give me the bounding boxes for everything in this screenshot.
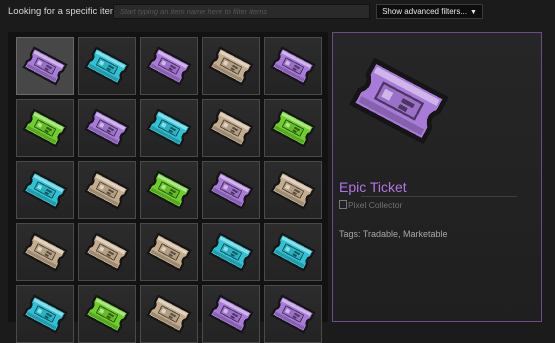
ticket-icon — [265, 286, 321, 342]
ticket-icon — [79, 38, 135, 94]
inventory-slot[interactable] — [78, 223, 136, 281]
ticket-icon — [141, 100, 197, 156]
broken-image-icon — [339, 200, 347, 209]
show-advanced-filters-button[interactable]: Show advanced filters... ▼ — [376, 4, 483, 19]
ticket-icon — [141, 286, 197, 342]
item-name: Epic Ticket — [339, 179, 407, 195]
inventory-slot[interactable] — [202, 161, 260, 219]
item-filter-input[interactable] — [113, 4, 370, 19]
inventory-slot[interactable] — [78, 285, 136, 343]
inventory-slot[interactable] — [140, 161, 198, 219]
item-detail-panel: Epic Ticket Pixel Collector Tags: Tradab… — [332, 32, 542, 322]
game-image-alt-text: Pixel Collector — [348, 200, 403, 210]
ticket-icon — [203, 286, 259, 342]
inventory-slot[interactable] — [264, 161, 322, 219]
inventory-slot[interactable] — [264, 37, 322, 95]
inventory-slot[interactable] — [16, 37, 74, 95]
chevron-down-icon: ▼ — [470, 9, 477, 16]
detail-divider — [361, 196, 517, 197]
inventory-slot[interactable] — [264, 285, 322, 343]
inventory-grid — [8, 32, 328, 343]
ticket-icon — [79, 162, 135, 218]
ticket-icon — [17, 286, 73, 342]
inventory-slot[interactable] — [140, 223, 198, 281]
ticket-icon — [141, 224, 197, 280]
ticket-icon — [17, 224, 73, 280]
ticket-icon — [203, 224, 259, 280]
filter-label: Looking for a specific item? — [8, 6, 124, 17]
inventory-slot[interactable] — [16, 285, 74, 343]
ticket-icon — [265, 38, 321, 94]
ticket-icon — [265, 100, 321, 156]
ticket-icon — [17, 100, 73, 156]
ticket-icon — [141, 38, 197, 94]
inventory-slot[interactable] — [264, 223, 322, 281]
item-tags: Tags: Tradable, Marketable — [339, 229, 448, 239]
ticket-icon — [203, 162, 259, 218]
inventory-slot[interactable] — [78, 37, 136, 95]
filter-bar: Looking for a specific item? Show advanc… — [0, 0, 555, 24]
inventory-slot[interactable] — [78, 161, 136, 219]
ticket-icon — [337, 39, 461, 163]
inventory-slot[interactable] — [264, 99, 322, 157]
ticket-icon — [17, 162, 73, 218]
ticket-icon — [17, 38, 73, 94]
inventory-slot[interactable] — [140, 99, 198, 157]
ticket-icon — [265, 162, 321, 218]
ticket-icon — [265, 224, 321, 280]
ticket-icon — [203, 38, 259, 94]
ticket-icon — [79, 100, 135, 156]
ticket-icon — [141, 162, 197, 218]
inventory-slot[interactable] — [78, 99, 136, 157]
inventory-slot[interactable] — [202, 99, 260, 157]
ticket-icon — [203, 100, 259, 156]
inventory-slot[interactable] — [16, 223, 74, 281]
inventory-slot[interactable] — [16, 161, 74, 219]
inventory-slot[interactable] — [202, 223, 260, 281]
inventory-slot[interactable] — [140, 37, 198, 95]
inventory-slot[interactable] — [140, 285, 198, 343]
inventory-slot[interactable] — [202, 285, 260, 343]
advanced-filters-label: Show advanced filters... — [382, 7, 467, 16]
inventory-slot[interactable] — [202, 37, 260, 95]
ticket-icon — [79, 286, 135, 342]
game-info: Pixel Collector — [339, 200, 402, 210]
inventory-slot[interactable] — [16, 99, 74, 157]
ticket-icon — [79, 224, 135, 280]
